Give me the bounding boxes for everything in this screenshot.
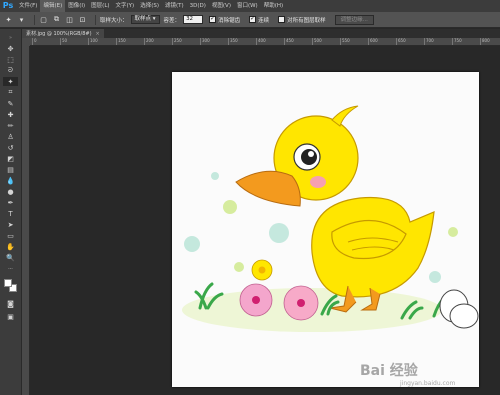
sample-size-label: 取样大小： xyxy=(100,17,128,24)
menu-layer[interactable]: 图层(L) xyxy=(88,0,112,12)
menu-view[interactable]: 视图(V) xyxy=(209,0,234,12)
dodge-tool-icon[interactable]: ● xyxy=(3,187,18,196)
menu-type[interactable]: 文字(Y) xyxy=(113,0,138,12)
menu-bar: Ps 文件(F) 编辑(E) 图像(I) 图层(L) 文字(Y) 选择(S) 滤… xyxy=(0,0,500,12)
pink-flower xyxy=(239,283,273,317)
type-tool-icon[interactable]: T xyxy=(3,209,18,218)
ruler-label: 50 xyxy=(62,38,68,43)
menu-edit[interactable]: 编辑(E) xyxy=(40,0,66,12)
eyedropper-tool-icon[interactable]: ✎ xyxy=(3,99,18,108)
contiguous-checkbox[interactable] xyxy=(249,15,257,23)
ruler-label: 450 xyxy=(286,38,294,43)
horizontal-ruler: 0 50 100 150 200 250 300 350 400 450 500… xyxy=(30,38,500,46)
move-tool-icon[interactable]: ✥ xyxy=(3,44,18,53)
duck-illustration xyxy=(182,105,479,332)
menu-3d[interactable]: 3D(D) xyxy=(187,0,209,12)
baidu-watermark-url: jingyan.baidu.com xyxy=(400,380,456,387)
ruler-label: 200 xyxy=(146,38,154,43)
divider xyxy=(95,14,96,25)
ruler-label: 150 xyxy=(118,38,126,43)
baidu-watermark: Bai 经验 xyxy=(360,363,418,379)
dropdown-arrow-icon[interactable]: ▾ xyxy=(17,15,26,24)
ruler-label: 300 xyxy=(202,38,210,43)
screen-mode-icon[interactable]: ▣ xyxy=(3,312,18,321)
ruler-label: 250 xyxy=(174,38,182,43)
subtract-selection-icon[interactable]: ◫ xyxy=(65,15,74,24)
pink-flower xyxy=(283,285,319,321)
panel-collapse-icon[interactable]: » xyxy=(3,33,18,42)
healing-brush-tool-icon[interactable]: ✚ xyxy=(3,110,18,119)
menu-file[interactable]: 文件(F) xyxy=(16,0,40,12)
ruler-label: 700 xyxy=(426,38,434,43)
crop-tool-icon[interactable]: ⌗ xyxy=(3,88,18,97)
zoom-tool-icon[interactable]: 🔍 xyxy=(3,253,18,262)
magic-wand-preset-icon[interactable]: ✦ xyxy=(4,15,13,24)
options-bar: ✦ ▾ ▢ ⧉ ◫ ⊡ 取样大小： 取样点 ▾ 容差： 32 消除锯齿 连续 对… xyxy=(0,12,500,28)
antialias-checkbox[interactable] xyxy=(209,15,217,23)
shape-tool-icon[interactable]: ▭ xyxy=(3,231,18,240)
quick-mask-icon[interactable]: ◙ xyxy=(3,299,18,308)
menu-image[interactable]: 图像(I) xyxy=(65,0,88,12)
document-tab-title: 素材.jpg @ 100%(RGB/8#) xyxy=(26,31,92,37)
ruler-label: 0 xyxy=(34,38,37,43)
menu-filter[interactable]: 滤镜(T) xyxy=(162,0,187,12)
blur-tool-icon[interactable]: 💧 xyxy=(3,176,18,185)
path-selection-tool-icon[interactable]: ➤ xyxy=(3,220,18,229)
lasso-tool-icon[interactable]: ᘐ xyxy=(3,66,18,75)
eraser-tool-icon[interactable]: ◩ xyxy=(3,154,18,163)
sample-all-layers-checkbox[interactable] xyxy=(278,16,286,23)
add-selection-icon[interactable]: ⧉ xyxy=(52,15,61,24)
menu-help[interactable]: 帮助(H) xyxy=(261,0,286,12)
sample-all-layers-label: 对所有图层取样 xyxy=(287,17,326,24)
ruler-label: 550 xyxy=(342,38,350,43)
intersect-selection-icon[interactable]: ⊡ xyxy=(78,15,87,24)
refine-edge-button[interactable]: 调整边缘... xyxy=(334,14,374,25)
tolerance-input[interactable]: 32 xyxy=(183,15,204,24)
vertical-ruler xyxy=(22,46,30,395)
sample-size-value: 取样点 xyxy=(134,16,152,22)
yellow-flower xyxy=(251,259,273,281)
ruler-label: 350 xyxy=(230,38,238,43)
ruler-label: 750 xyxy=(454,38,462,43)
divider xyxy=(34,14,35,25)
photoshop-logo: Ps xyxy=(2,1,14,10)
tools-panel: » ✥ ⬚ ᘐ ✦ ⌗ ✎ ✚ ✏ ♙ ↺ ◩ ▤ 💧 ● ✒ T ➤ ▭ ✋ … xyxy=(0,29,22,395)
close-icon[interactable]: × xyxy=(96,31,100,37)
hand-tool-icon[interactable]: ✋ xyxy=(3,242,18,251)
document-tab-bar: 素材.jpg @ 100%(RGB/8#) × xyxy=(22,29,500,38)
foreground-color-swatch[interactable] xyxy=(4,279,12,287)
document-tab[interactable]: 素材.jpg @ 100%(RGB/8#) × xyxy=(22,29,104,38)
new-selection-icon[interactable]: ▢ xyxy=(39,15,48,24)
document-canvas[interactable] xyxy=(172,72,479,387)
gradient-tool-icon[interactable]: ▤ xyxy=(3,165,18,174)
more-tools-icon[interactable]: ··· xyxy=(3,264,18,273)
sample-size-select[interactable]: 取样点 ▾ xyxy=(130,15,160,24)
antialias-label: 消除锯齿 xyxy=(218,17,241,24)
tolerance-label: 容差： xyxy=(163,17,181,24)
history-brush-tool-icon[interactable]: ↺ xyxy=(3,143,18,152)
ruler-label: 650 xyxy=(398,38,406,43)
ruler-corner xyxy=(22,38,30,46)
brush-tool-icon[interactable]: ✏ xyxy=(3,121,18,130)
marquee-tool-icon[interactable]: ⬚ xyxy=(3,55,18,64)
pen-tool-icon[interactable]: ✒ xyxy=(3,198,18,207)
magic-wand-tool-icon[interactable]: ✦ xyxy=(3,77,18,86)
ruler-label: 800 xyxy=(482,38,490,43)
chevron-down-icon: ▾ xyxy=(152,16,156,22)
ruler-label: 100 xyxy=(90,38,98,43)
menu-window[interactable]: 窗口(W) xyxy=(234,0,261,12)
ruler-label: 600 xyxy=(370,38,378,43)
menu-select[interactable]: 选择(S) xyxy=(137,0,162,12)
ruler-label: 400 xyxy=(258,38,266,43)
contiguous-label: 连续 xyxy=(258,17,270,24)
clone-stamp-tool-icon[interactable]: ♙ xyxy=(3,132,18,141)
ruler-label: 500 xyxy=(314,38,322,43)
